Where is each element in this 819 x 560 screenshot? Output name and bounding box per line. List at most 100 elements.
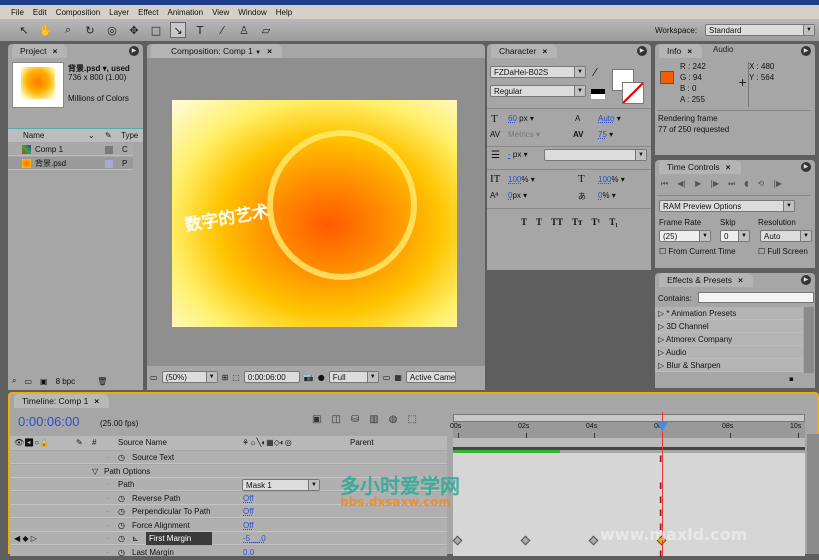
live-update-icon[interactable]: ◫	[331, 414, 340, 425]
hand-tool-icon[interactable]: ✋	[38, 22, 54, 38]
comp-viewer[interactable]: 数字的艺术	[147, 58, 485, 366]
menu-view[interactable]: View	[212, 8, 229, 17]
new-comp-icon[interactable]: ▣	[40, 377, 48, 386]
snapshot-icon[interactable]: 📷	[304, 373, 314, 382]
text-style-button[interactable]: T₁	[609, 217, 618, 227]
motion-blur-icon[interactable]: ⬚	[407, 414, 416, 425]
menu-help[interactable]: Help	[276, 8, 292, 17]
stopwatch-icon[interactable]: ◷	[118, 492, 125, 505]
frame-blending-icon[interactable]: ◍	[389, 414, 398, 425]
menu-composition[interactable]: Composition	[56, 8, 100, 17]
panel-menu-icon[interactable]: ▶	[801, 162, 811, 172]
previous-frame-icon[interactable]: ◀|	[677, 179, 686, 189]
tab-timeline[interactable]: Timeline: Comp 1 ×	[14, 394, 110, 408]
first-frame-icon[interactable]: ⏮	[661, 179, 668, 189]
time-navigator[interactable]	[453, 414, 805, 422]
timeline-scrollbar[interactable]	[807, 434, 819, 554]
baseline-shift-field[interactable]: 0px ▾	[508, 191, 527, 200]
camera-select[interactable]: Active Camera	[405, 371, 456, 383]
text-style-button[interactable]: TT	[551, 217, 563, 227]
loop-icon[interactable]: ⟲	[758, 179, 765, 189]
new-preset-icon[interactable]: ▪	[789, 375, 794, 383]
keyframe[interactable]	[588, 535, 599, 546]
project-item[interactable]: 背景.psd P	[8, 157, 133, 170]
current-time-display[interactable]: 0:00:06:00	[18, 414, 79, 429]
zoom-select[interactable]: (50%) ▼	[161, 371, 218, 383]
tab-time-controls[interactable]: Time Controls ×	[659, 160, 741, 174]
comp-mini-flowchart-icon[interactable]: ▣	[312, 414, 321, 425]
panel-menu-icon[interactable]: ▶	[129, 46, 139, 56]
next-frame-icon[interactable]: |▶	[710, 179, 719, 189]
orbit-camera-icon[interactable]: ◎	[104, 22, 120, 38]
tracking-field[interactable]: 75 ▾	[598, 130, 613, 139]
tab-audio[interactable]: Audio	[713, 45, 733, 54]
eyedropper-icon[interactable]: ⁄	[594, 66, 596, 79]
close-icon[interactable]: ×	[738, 275, 743, 285]
stopwatch-icon[interactable]: ◷	[118, 532, 125, 545]
timeline-property-row[interactable]: · ◷ Source Text	[10, 451, 447, 464]
panel-menu-icon[interactable]: ▶	[801, 46, 811, 56]
work-area-bar[interactable]	[453, 438, 805, 450]
menu-animation[interactable]: Animation	[167, 8, 203, 17]
property-value[interactable]: 0.0	[243, 546, 254, 557]
resolution-select[interactable]: Full ▼	[328, 371, 379, 383]
black-white-swatch[interactable]	[591, 89, 605, 99]
tab-character[interactable]: Character ×	[491, 44, 558, 58]
property-value[interactable]: Off	[243, 519, 254, 532]
trash-icon[interactable]: 🗑	[97, 377, 107, 386]
ram-preview-select[interactable]: RAM Preview Options ▼	[659, 200, 795, 212]
close-icon[interactable]: ×	[726, 162, 731, 172]
twirl-icon[interactable]: ▷	[658, 348, 666, 357]
tab-effects-presets[interactable]: Effects & Presets ×	[659, 273, 754, 287]
stopwatch-icon[interactable]: ◷	[118, 505, 125, 518]
roi-icon[interactable]: ▭	[383, 373, 391, 382]
panel-menu-icon[interactable]: ▶	[637, 46, 647, 56]
stroke-style-select[interactable]: ▼	[544, 149, 647, 161]
display-icon[interactable]: ▭	[150, 373, 158, 382]
menu-layer[interactable]: Layer	[109, 8, 129, 17]
play-icon[interactable]: ▶	[695, 179, 701, 189]
effects-category[interactable]: ▷ Audio	[655, 346, 803, 359]
last-frame-icon[interactable]: ⏭	[728, 179, 735, 189]
tab-project[interactable]: Project ×	[12, 44, 68, 58]
column-name[interactable]: Name	[23, 129, 44, 143]
panel-menu-icon[interactable]: ▶	[801, 275, 811, 285]
from-current-time-checkbox[interactable]: ☐ From Current Time	[659, 247, 736, 256]
region-icon[interactable]: ⬚	[232, 373, 240, 382]
skip-select[interactable]: 0 ▼	[720, 230, 750, 242]
close-icon[interactable]: ×	[267, 46, 272, 56]
rectangle-mask-icon[interactable]: □	[148, 22, 164, 38]
rotate-tool-icon[interactable]: ↻	[82, 22, 98, 38]
close-icon[interactable]: ×	[94, 396, 99, 406]
stroke-width-field[interactable]: - px ▾	[508, 150, 528, 159]
leading-field[interactable]: Auto ▾	[598, 114, 621, 123]
text-style-button[interactable]: T¹	[591, 217, 600, 227]
timeline-property-row[interactable]: · ◷ Last Margin 0.0	[10, 545, 447, 557]
clone-stamp-icon[interactable]: ♙	[236, 22, 252, 38]
folder-icon[interactable]: ▭	[24, 377, 32, 386]
timecode-button[interactable]: 0:00:06:00	[243, 371, 300, 383]
effects-category[interactable]: ▷ 3D Channel	[655, 320, 803, 333]
font-family-select[interactable]: FZDaHei-B02S ▼	[490, 66, 586, 78]
pen-tool-icon[interactable]: ↘	[170, 22, 186, 38]
font-style-select[interactable]: Regular ▼	[490, 85, 586, 97]
stroke-color-swatch[interactable]	[622, 82, 644, 104]
effects-category[interactable]: ▷ * Animation Presets	[655, 307, 803, 320]
graph-icon[interactable]: ⊾	[132, 532, 139, 545]
vertical-scale-field[interactable]: 100% ▾	[508, 175, 535, 184]
close-icon[interactable]: ×	[52, 46, 57, 56]
hide-shy-icon[interactable]: ▥	[369, 414, 378, 425]
brush-tool-icon[interactable]: ⁄	[214, 22, 230, 38]
menu-edit[interactable]: Edit	[33, 8, 47, 17]
twirl-icon[interactable]: ▷	[658, 335, 666, 344]
horizontal-scale-field[interactable]: 100% ▾	[598, 175, 625, 184]
track-camera-icon[interactable]: ✥	[126, 22, 142, 38]
menu-file[interactable]: File	[11, 8, 24, 17]
tab-info[interactable]: Info ×	[659, 44, 703, 58]
keyframe-navigator[interactable]: ◀ ◆ ▷	[14, 532, 37, 545]
full-screen-checkbox[interactable]: ☐ Full Screen	[758, 247, 808, 256]
audio-icon[interactable]: ◖	[744, 179, 748, 189]
timeline-property-row[interactable]: · ◷ ◀ ◆ ▷ ⊾ First Margin -5__.0	[10, 532, 447, 545]
tsume-field[interactable]: 0% ▾	[598, 191, 616, 200]
tab-composition[interactable]: Composition: Comp 1 ▼ ×	[151, 44, 283, 58]
